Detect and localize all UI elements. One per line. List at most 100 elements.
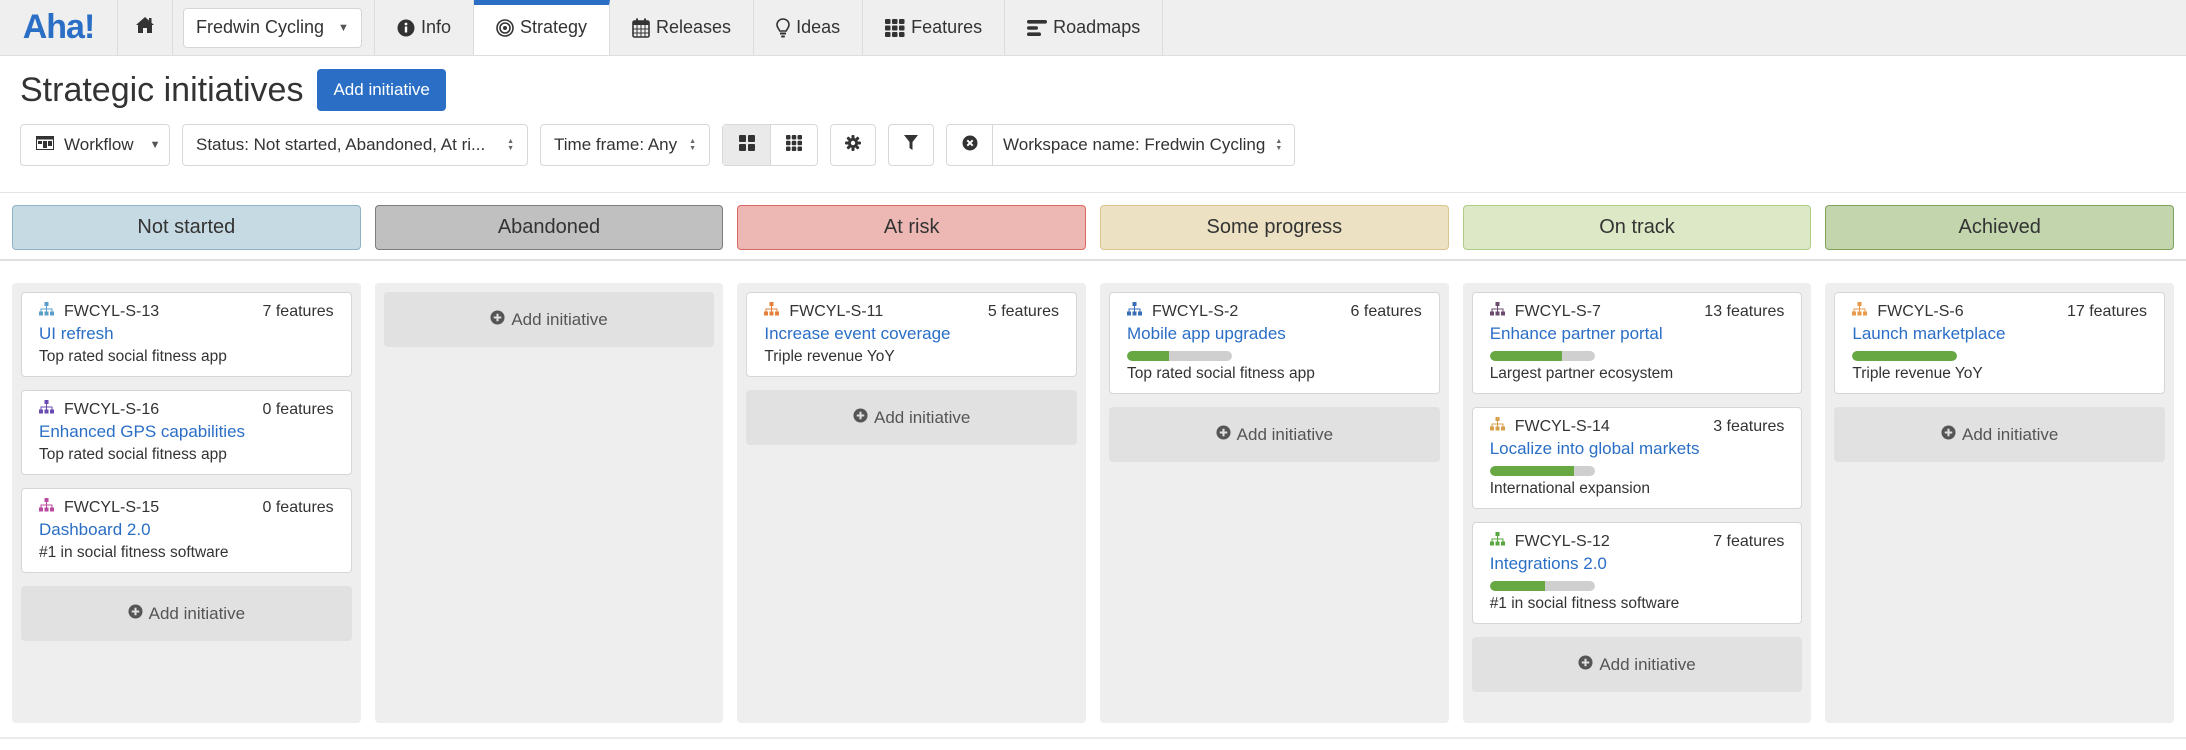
initiative-title[interactable]: Launch marketplace bbox=[1852, 324, 2147, 344]
initiative-title[interactable]: UI refresh bbox=[39, 324, 334, 344]
add-initiative-inline-button[interactable]: Add initiative bbox=[1834, 407, 2166, 462]
status-label: At risk bbox=[883, 216, 940, 238]
status-column-header-achieved[interactable]: Achieved bbox=[1825, 205, 2175, 250]
card-id-wrap: FWCYL-S-6 bbox=[1852, 302, 1964, 321]
feature-count[interactable]: 0 features bbox=[263, 499, 334, 517]
initiative-title[interactable]: Localize into global markets bbox=[1490, 439, 1785, 459]
initiative-id[interactable]: FWCYL-S-11 bbox=[789, 303, 883, 321]
initiative-id[interactable]: FWCYL-S-14 bbox=[1515, 418, 1610, 436]
tab-strategy[interactable]: Strategy bbox=[473, 0, 611, 55]
initiative-title[interactable]: Integrations 2.0 bbox=[1490, 554, 1785, 574]
card-id-wrap: FWCYL-S-2 bbox=[1127, 302, 1238, 321]
small-grid-icon bbox=[786, 134, 802, 156]
tab-label: Releases bbox=[656, 17, 732, 37]
feature-count[interactable]: 7 features bbox=[1713, 533, 1784, 551]
workspace-filter-label: Workspace name: Fredwin Cycling bbox=[1003, 135, 1266, 154]
sort-updown-icon: ▲ ▼ bbox=[689, 138, 696, 152]
status-label: Not started bbox=[137, 216, 236, 238]
settings-button[interactable] bbox=[830, 124, 876, 166]
initiatives-board: FWCYL-S-13 7 features UI refresh Top rat… bbox=[0, 283, 2186, 723]
close-circle-icon bbox=[962, 135, 978, 156]
layout-large-cards-button[interactable] bbox=[723, 125, 770, 165]
status-column-header-on-track[interactable]: On track bbox=[1462, 205, 1812, 250]
status-column-header-not-started[interactable]: Not started bbox=[12, 205, 361, 250]
initiative-title[interactable]: Enhanced GPS capabilities bbox=[39, 422, 334, 442]
large-grid-icon bbox=[738, 134, 755, 156]
initiative-id[interactable]: FWCYL-S-7 bbox=[1515, 303, 1601, 321]
initiative-title[interactable]: Mobile app upgrades bbox=[1127, 324, 1422, 344]
initiative-card[interactable]: FWCYL-S-7 13 features Enhance partner po… bbox=[1471, 292, 1803, 394]
status-column-header-abandoned[interactable]: Abandoned bbox=[374, 205, 724, 250]
initiative-card[interactable]: FWCYL-S-6 17 features Launch marketplace… bbox=[1834, 292, 2166, 394]
timeframe-filter-label: Time frame: Any bbox=[554, 135, 678, 154]
initiative-title[interactable]: Increase event coverage bbox=[764, 324, 1059, 344]
timeframe-filter[interactable]: Time frame: Any ▲ ▼ bbox=[540, 124, 710, 166]
feature-count[interactable]: 13 features bbox=[1704, 303, 1784, 321]
feature-count[interactable]: 3 features bbox=[1713, 418, 1784, 436]
card-id-wrap: FWCYL-S-7 bbox=[1489, 302, 1601, 321]
progress-fill bbox=[1489, 351, 1563, 361]
initiative-card[interactable]: FWCYL-S-11 5 features Increase event cov… bbox=[746, 292, 1078, 377]
initiative-id[interactable]: FWCYL-S-16 bbox=[64, 401, 159, 419]
initiative-title[interactable]: Dashboard 2.0 bbox=[39, 520, 334, 540]
gear-icon bbox=[845, 134, 861, 156]
initiative-card[interactable]: FWCYL-S-2 6 features Mobile app upgrades… bbox=[1109, 292, 1440, 394]
initiative-id[interactable]: FWCYL-S-2 bbox=[1152, 303, 1238, 321]
workspace-switcher[interactable]: Fredwin Cycling ▼ bbox=[183, 7, 362, 48]
initiative-id[interactable]: FWCYL-S-15 bbox=[64, 499, 159, 517]
remove-filter-button[interactable] bbox=[947, 125, 993, 165]
page-header: Strategic initiatives Add initiative bbox=[0, 58, 2186, 122]
layout-small-cards-button[interactable] bbox=[770, 125, 817, 165]
home-button[interactable] bbox=[118, 0, 173, 55]
tab-roadmaps[interactable]: Roadmaps bbox=[1005, 0, 1164, 55]
view-selector[interactable]: Workflow ▼ bbox=[20, 124, 170, 166]
initiative-id[interactable]: FWCYL-S-6 bbox=[1877, 303, 1963, 321]
initiative-card[interactable]: FWCYL-S-13 7 features UI refresh Top rat… bbox=[21, 292, 352, 377]
initiative-card[interactable]: FWCYL-S-16 0 features Enhanced GPS capab… bbox=[21, 390, 352, 475]
status-column-header-some-progress[interactable]: Some progress bbox=[1100, 205, 1449, 250]
initiative-card[interactable]: FWCYL-S-12 7 features Integrations 2.0 #… bbox=[1471, 522, 1803, 624]
initiative-title[interactable]: Enhance partner portal bbox=[1490, 324, 1785, 344]
initiative-card[interactable]: FWCYL-S-14 3 features Localize into glob… bbox=[1471, 407, 1803, 509]
card-id-wrap: FWCYL-S-15 bbox=[39, 498, 159, 517]
workspace-switcher-wrap: Fredwin Cycling ▼ bbox=[173, 0, 375, 55]
add-initiative-inline-button[interactable]: Add initiative bbox=[1471, 637, 1803, 692]
board-column-on-track: FWCYL-S-7 13 features Enhance partner po… bbox=[1462, 283, 1812, 723]
status-filter[interactable]: Status: Not started, Abandoned, At ri...… bbox=[182, 124, 528, 166]
add-initiative-inline-button[interactable]: Add initiative bbox=[383, 292, 715, 347]
initiative-goal: #1 in social fitness software bbox=[1489, 595, 1680, 612]
feature-count[interactable]: 6 features bbox=[1351, 303, 1422, 321]
top-nav: Aha! Fredwin Cycling ▼ Info Strategy Rel… bbox=[0, 0, 2186, 56]
feature-count[interactable]: 17 features bbox=[2067, 303, 2147, 321]
filter-button[interactable] bbox=[888, 124, 934, 166]
roadmap-bars-icon bbox=[1027, 19, 1048, 37]
plus-circle-icon bbox=[1578, 654, 1593, 675]
sort-updown-icon: ▲ ▼ bbox=[507, 138, 514, 152]
add-initiative-inline-button[interactable]: Add initiative bbox=[746, 390, 1078, 445]
add-initiative-inline-button[interactable]: Add initiative bbox=[1109, 407, 1440, 462]
initiative-hierarchy-icon bbox=[39, 400, 54, 419]
tab-features[interactable]: Features bbox=[863, 0, 1006, 55]
feature-count[interactable]: 5 features bbox=[988, 303, 1059, 321]
caret-down-icon: ▼ bbox=[338, 21, 349, 34]
add-initiative-button[interactable]: Add initiative bbox=[317, 69, 446, 111]
initiative-id[interactable]: FWCYL-S-13 bbox=[64, 303, 159, 321]
tab-releases[interactable]: Releases bbox=[610, 0, 755, 55]
tab-info[interactable]: Info bbox=[375, 0, 474, 55]
initiative-id[interactable]: FWCYL-S-12 bbox=[1515, 533, 1610, 551]
aha-logo[interactable]: Aha! bbox=[0, 0, 118, 55]
initiative-hierarchy-icon bbox=[764, 302, 780, 321]
add-initiative-inline-button[interactable]: Add initiative bbox=[21, 586, 352, 641]
feature-count[interactable]: 0 features bbox=[263, 401, 334, 419]
feature-count[interactable]: 7 features bbox=[263, 303, 334, 321]
filter-funnel-icon bbox=[904, 134, 918, 156]
progress-bar bbox=[1852, 351, 1958, 361]
workspace-filter-select[interactable]: Workspace name: Fredwin Cycling ▲ ▼ bbox=[993, 135, 1294, 155]
plus-circle-icon bbox=[490, 309, 505, 330]
status-column-header-at-risk[interactable]: At risk bbox=[737, 205, 1087, 250]
tab-ideas[interactable]: Ideas bbox=[754, 0, 864, 55]
board-column-achieved: FWCYL-S-6 17 features Launch marketplace… bbox=[1825, 283, 2175, 723]
status-divider bbox=[0, 259, 2186, 261]
initiative-card[interactable]: FWCYL-S-15 0 features Dashboard 2.0 #1 i… bbox=[21, 488, 352, 573]
initiative-hierarchy-icon bbox=[1127, 302, 1143, 321]
